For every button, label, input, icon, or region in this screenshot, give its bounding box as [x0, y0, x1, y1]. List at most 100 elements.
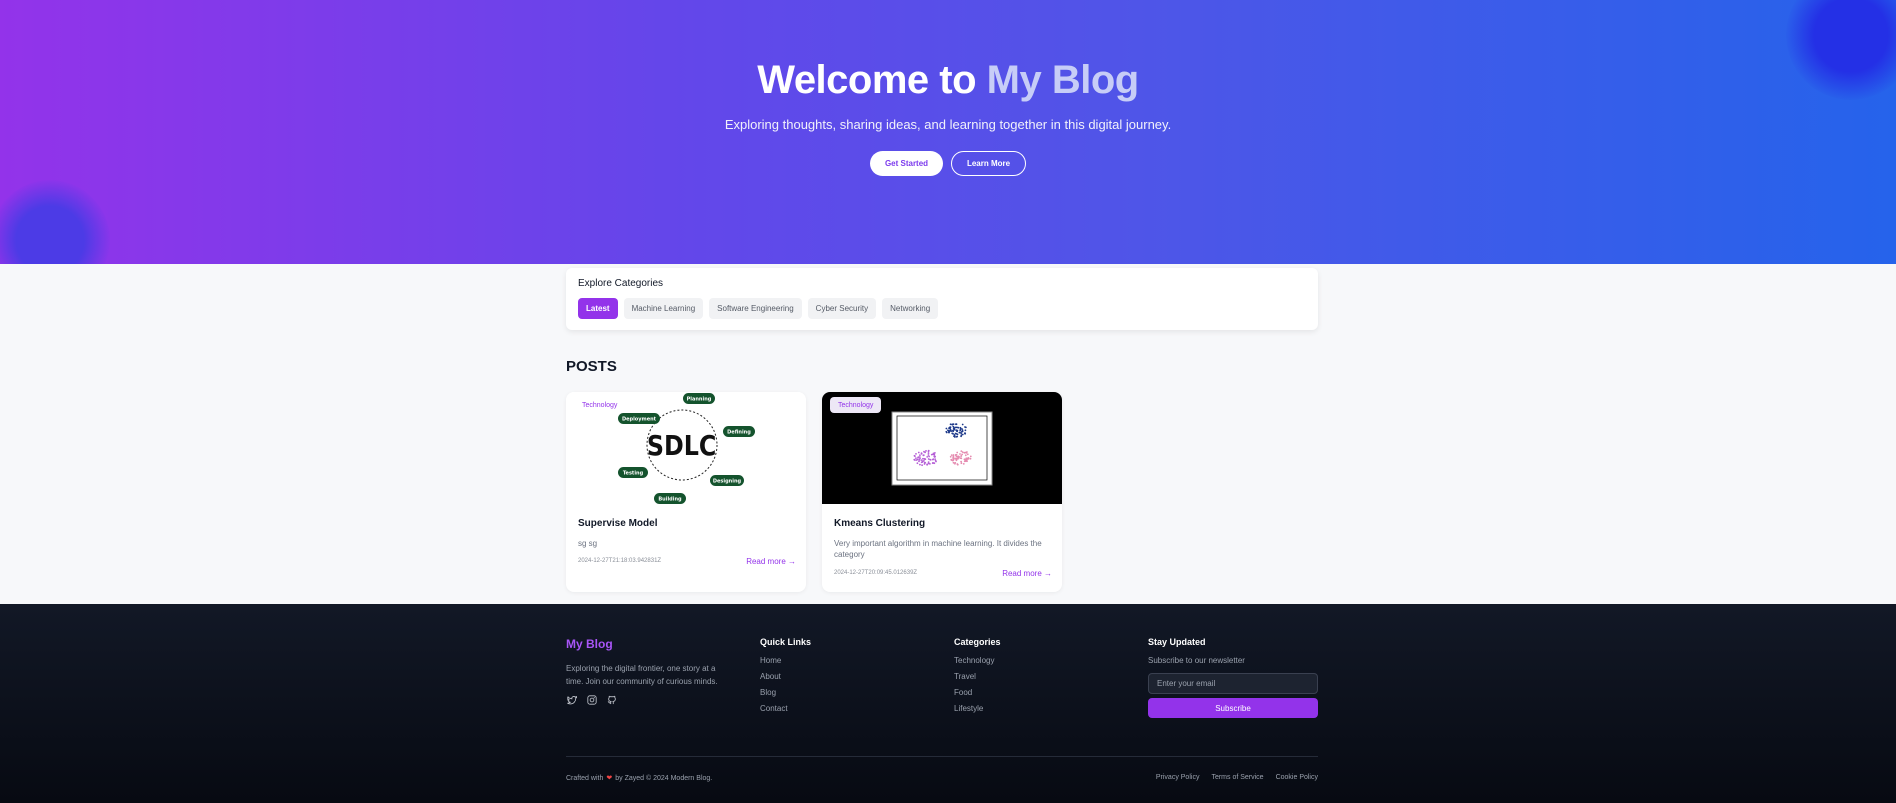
scatter-point: [967, 458, 970, 460]
scatter-point: [961, 451, 964, 453]
scatter-point: [956, 463, 959, 465]
scatter-point: [966, 453, 969, 456]
newsletter-subtitle: Subscribe to our newsletter: [1148, 656, 1245, 665]
copyright: Crafted with ❤ by Zayed © 2024 Modern Bl…: [566, 774, 712, 783]
scatter-point: [964, 432, 966, 435]
scatter-point: [929, 459, 932, 461]
sdlc-node-designing: Designing: [713, 479, 742, 485]
scatter-point: [953, 434, 956, 436]
scatter-point: [934, 452, 936, 454]
hero-buttons: Get Started Learn More: [0, 151, 1896, 176]
scatter-point: [959, 429, 962, 432]
scatter-point: [928, 455, 930, 458]
scatter-point: [961, 423, 964, 426]
footer-link-home[interactable]: Home: [760, 656, 811, 672]
post-title[interactable]: Kmeans Clustering: [834, 518, 925, 529]
sdlc-node-planning: Planning: [687, 397, 712, 403]
scatter-point: [923, 460, 925, 462]
scatter-point: [945, 430, 948, 433]
scatter-point: [921, 461, 924, 463]
hero-title-accent: My Blog: [986, 58, 1140, 102]
footer-category-technology[interactable]: Technology: [954, 656, 1001, 672]
privacy-policy-link[interactable]: Privacy Policy: [1156, 774, 1200, 781]
sdlc-node-building: Building: [658, 497, 682, 503]
category-chip-networking[interactable]: Networking: [882, 298, 939, 319]
newsletter-column: Stay Updated Subscribe to our newsletter…: [1148, 637, 1318, 718]
scatter-point: [955, 459, 958, 462]
scatter-point: [965, 460, 968, 462]
terms-of-service-link[interactable]: Terms of Service: [1211, 774, 1263, 781]
read-more-link[interactable]: Read more →: [746, 557, 796, 566]
post-title[interactable]: Supervise Model: [578, 518, 657, 529]
scatter-point: [963, 458, 966, 461]
subscribe-button[interactable]: Subscribe: [1148, 698, 1318, 718]
scatter-point: [949, 423, 952, 426]
footer-category-lifestyle[interactable]: Lifestyle: [954, 704, 1001, 720]
scatter-point: [921, 464, 923, 467]
scatter-point: [926, 463, 929, 466]
footer-divider: [566, 756, 1318, 757]
scatter-point: [952, 433, 954, 435]
scatter-point: [920, 459, 923, 461]
quick-links-column: Quick Links Home About Blog Contact: [760, 637, 811, 720]
twitter-icon[interactable]: [566, 694, 578, 706]
scatter-point: [964, 426, 966, 428]
categories-card: Explore Categories Latest Machine Learni…: [566, 268, 1318, 330]
scatter-point: [965, 452, 968, 454]
scatter-point: [934, 459, 937, 462]
scatter-point: [916, 462, 919, 465]
category-chip-software-engineering[interactable]: Software Engineering: [709, 298, 802, 319]
heart-icon: ❤: [606, 775, 613, 782]
github-icon[interactable]: [606, 694, 618, 706]
post-card[interactable]: SDLC Planning Defining Designing Buildin…: [566, 392, 806, 592]
scatter-point: [918, 456, 921, 458]
scatter-point: [920, 453, 923, 455]
scatter-point: [955, 429, 958, 432]
post-date: 2024-12-27T20:09:45.012639Z: [834, 570, 918, 576]
footer-link-about[interactable]: About: [760, 672, 811, 688]
scatter-point: [931, 462, 934, 464]
scatter-point: [955, 423, 957, 426]
scatter-point: [960, 457, 963, 460]
cookie-policy-link[interactable]: Cookie Policy: [1276, 774, 1318, 781]
hero-section: Welcome to My Blog Exploring thoughts, s…: [0, 0, 1896, 264]
footer-brand[interactable]: My Blog: [566, 637, 613, 651]
category-list: Latest Machine Learning Software Enginee…: [578, 298, 939, 319]
scatter-point: [952, 427, 955, 430]
category-chip-cyber-security[interactable]: Cyber Security: [807, 298, 877, 319]
footer-category-food[interactable]: Food: [954, 688, 1001, 704]
footer-category-travel[interactable]: Travel: [954, 672, 1001, 688]
post-card[interactable]: Technology Kmeans Clustering Very import…: [822, 392, 1062, 592]
scatter-point: [964, 429, 967, 432]
scatter-point: [917, 451, 920, 454]
sdlc-label: SDLC: [647, 430, 716, 462]
post-tag[interactable]: Technology: [830, 397, 882, 413]
get-started-button[interactable]: Get Started: [870, 151, 943, 176]
instagram-icon[interactable]: [586, 694, 598, 706]
scatter-point: [926, 456, 929, 458]
scatter-point: [918, 460, 920, 463]
scatter-point: [959, 426, 962, 429]
scatter-point: [913, 454, 916, 457]
scatter-point: [952, 423, 955, 426]
footer-link-blog[interactable]: Blog: [760, 688, 811, 704]
learn-more-button[interactable]: Learn More: [951, 151, 1026, 176]
footer: My Blog Exploring the digital frontier, …: [0, 604, 1896, 803]
scatter-point: [929, 463, 931, 465]
category-chip-machine-learning[interactable]: Machine Learning: [623, 298, 704, 319]
copyright-prefix: Crafted with: [566, 774, 604, 782]
scatter-point: [969, 455, 972, 458]
category-chip-latest[interactable]: Latest: [578, 298, 618, 319]
read-more-link[interactable]: Read more →: [1002, 569, 1052, 578]
newsletter-email-input[interactable]: Enter your email: [1148, 673, 1318, 694]
scatter-point: [954, 454, 957, 456]
post-excerpt: sg sg: [578, 539, 598, 548]
footer-link-contact[interactable]: Contact: [760, 704, 811, 720]
post-date: 2024-12-27T21:18:03.942831Z: [578, 558, 662, 564]
post-tag[interactable]: Technology: [574, 397, 626, 413]
hero-title: Welcome to My Blog: [0, 58, 1896, 103]
scatter-point: [956, 435, 959, 438]
decorative-blob: [0, 180, 110, 264]
scatter-point: [958, 431, 961, 434]
scatter-point: [956, 457, 959, 459]
